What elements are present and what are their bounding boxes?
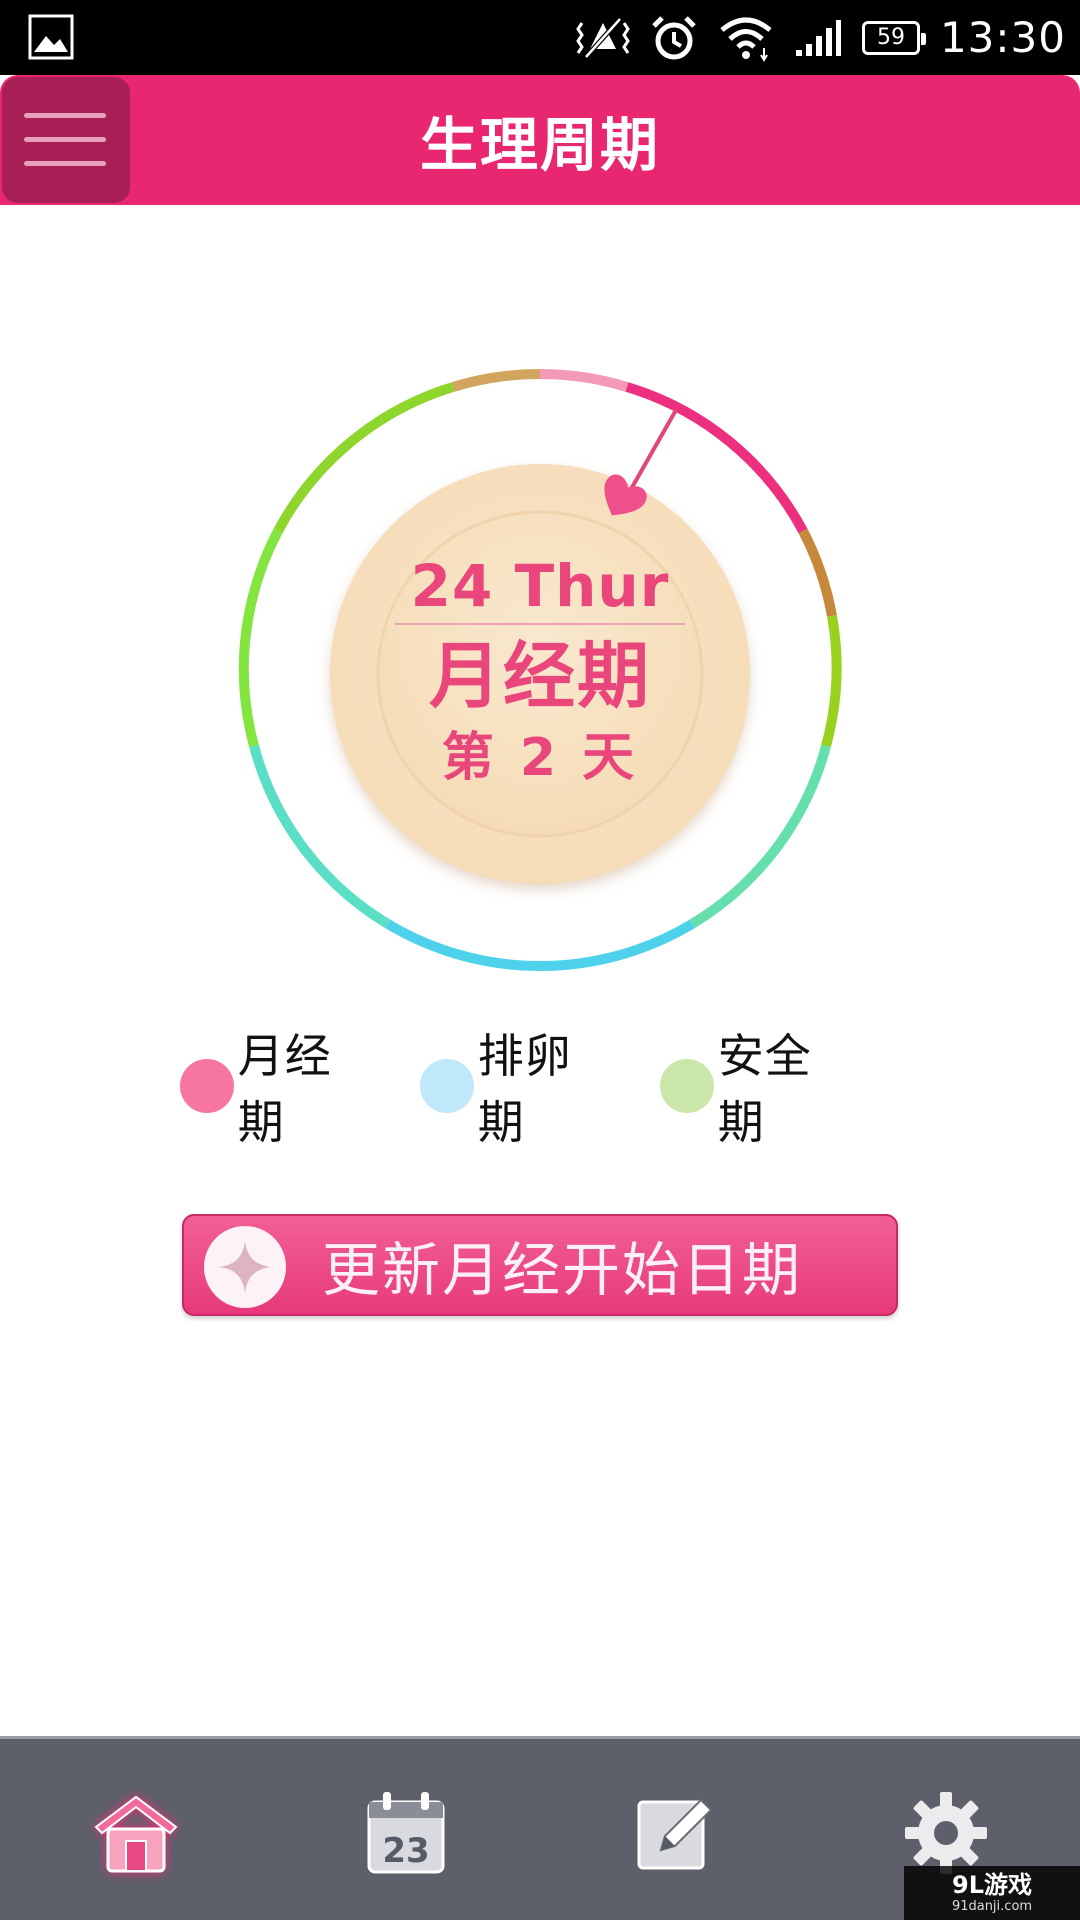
watermark: 9L游戏 91danji.com: [904, 1866, 1080, 1920]
image-icon: [28, 14, 74, 60]
settings-icon: [905, 1792, 987, 1874]
status-bar: 59 13:30: [0, 0, 1080, 75]
legend-label: 月经期: [237, 1029, 332, 1149]
phase-legend: 月经期 排卵期 安全期: [180, 1029, 900, 1149]
legend-dot-safe: [660, 1059, 714, 1113]
home-icon: [94, 1795, 178, 1873]
nav-edit[interactable]: [626, 1783, 726, 1883]
vibrate-icon: [576, 16, 630, 59]
legend-label: 排卵期: [477, 1029, 572, 1149]
menu-button[interactable]: [2, 77, 130, 203]
nav-home[interactable]: [86, 1783, 186, 1883]
nav-calendar[interactable]: 23: [356, 1783, 456, 1883]
legend-label: 安全期: [717, 1029, 812, 1149]
edit-icon: [637, 1798, 713, 1870]
calendar-icon: 23: [367, 1792, 445, 1874]
bottom-nav: 23 9L游戏 91danji.com: [0, 1736, 1080, 1920]
legend-item-ovulation: 排卵期: [420, 1029, 618, 1149]
battery-level: 59: [876, 25, 905, 50]
signal-icon: [795, 19, 841, 56]
cycle-day: 第 2 天: [441, 728, 639, 788]
alarm-icon: [652, 15, 696, 59]
menu-icon-line: [24, 137, 106, 142]
app-bar: 生理周期: [0, 75, 1080, 205]
wifi-icon: [720, 17, 772, 62]
legend-dot-ovulation: [420, 1059, 474, 1113]
legend-dot-menstrual: [180, 1059, 234, 1113]
plus-icon: [204, 1226, 286, 1308]
update-period-start-button[interactable]: 更新月经开始日期: [182, 1214, 898, 1316]
dial-center: 24 Thur 月经期 第 2 天: [330, 462, 750, 882]
current-phase: 月经期: [428, 634, 651, 718]
status-icons: 59 13:30: [576, 0, 1066, 75]
menu-icon: [24, 113, 106, 118]
status-time: 13:30: [939, 13, 1066, 62]
battery-icon: 59: [861, 20, 926, 55]
menu-icon-line: [24, 161, 106, 166]
legend-item-menstrual: 月经期: [180, 1029, 378, 1149]
legend-item-safe: 安全期: [660, 1029, 858, 1149]
date-divider: [395, 623, 685, 625]
current-date: 24 Thur: [410, 552, 670, 620]
calendar-day: 23: [382, 1831, 429, 1871]
watermark-logo: 9L游戏: [952, 1871, 1032, 1899]
update-button-label: 更新月经开始日期: [322, 1236, 803, 1304]
page-title: 生理周期: [419, 111, 660, 179]
cycle-dial: 24 Thur 月经期 第 2 天: [238, 368, 842, 972]
watermark-url: 91danji.com: [951, 1899, 1033, 1914]
